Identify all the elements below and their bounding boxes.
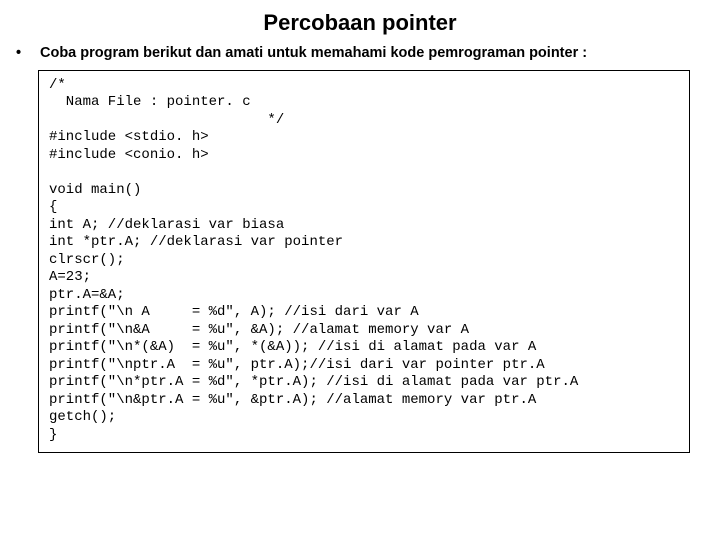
- page-title: Percobaan pointer: [20, 10, 700, 36]
- bullet-label: Coba program berikut dan amati untuk mem…: [40, 45, 587, 61]
- code-block: /* Nama File : pointer. c */ #include <s…: [38, 70, 690, 454]
- bullet-text: •Coba program berikut dan amati untuk me…: [28, 44, 700, 64]
